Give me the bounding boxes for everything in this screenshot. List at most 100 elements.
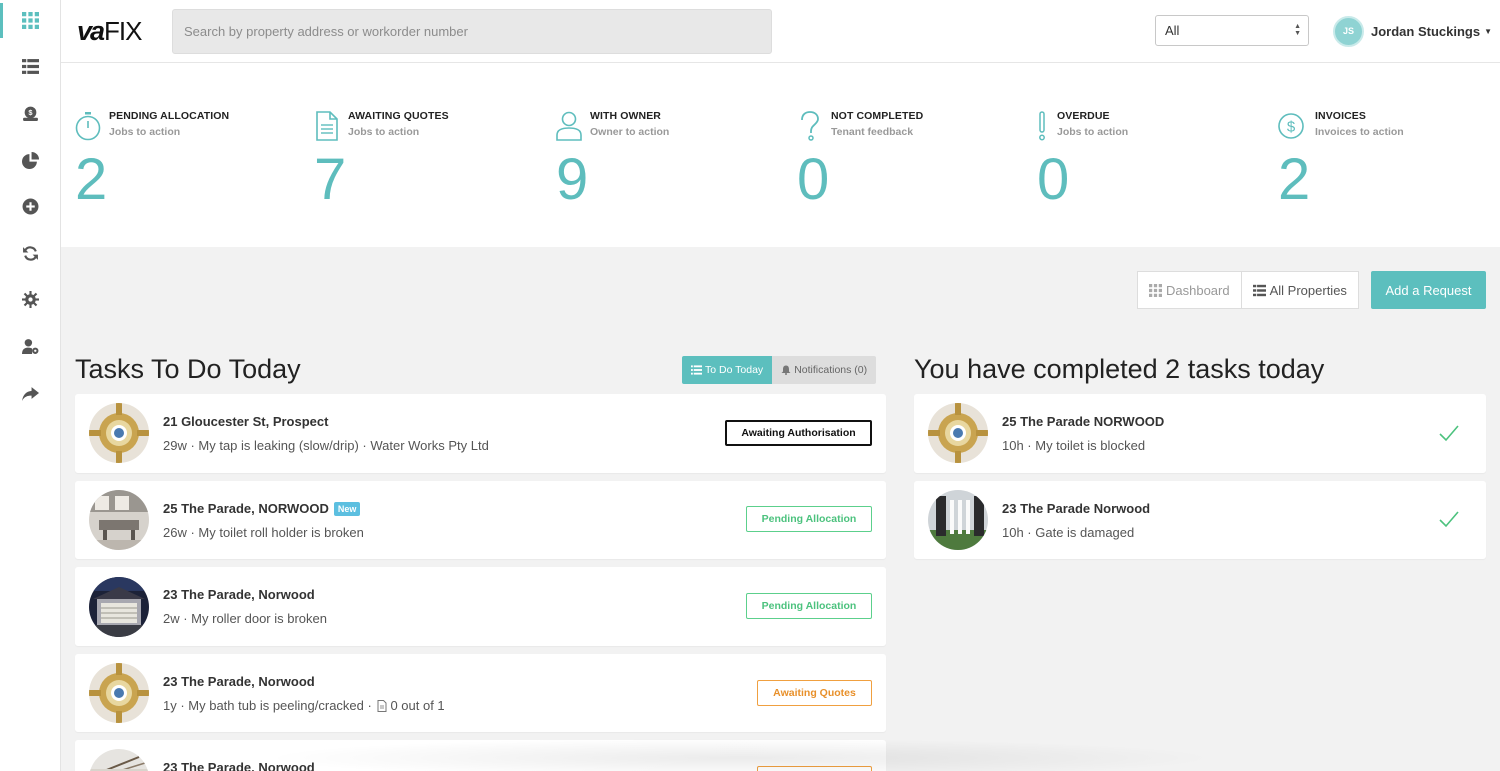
- dollar-icon: $: [1278, 113, 1304, 139]
- grid-icon: [1149, 283, 1162, 297]
- search-input[interactable]: [184, 24, 771, 39]
- share-icon: [21, 386, 39, 401]
- search-box: [172, 9, 772, 54]
- tasks-title: Tasks To Do Today: [75, 354, 301, 384]
- completed-card[interactable]: 23 The Parade Norwood 10h · Gate is dama…: [914, 481, 1486, 559]
- tab-notifications-label: Notifications (0): [794, 364, 868, 376]
- sidebar-item-reports[interactable]: [0, 137, 60, 184]
- task-detail: 1y · My bath tub is peeling/cracked ·: [163, 698, 376, 713]
- task-detail-row: 1y · My bath tub is peeling/cracked · 0 …: [163, 698, 445, 713]
- gear-icon: [21, 291, 39, 309]
- property-thumbnail: [89, 749, 149, 771]
- sidebar-item-finance[interactable]: $: [0, 90, 60, 137]
- stat-value: 0: [797, 147, 830, 212]
- list-icon: [691, 365, 702, 375]
- sidebar-item-list[interactable]: [0, 44, 60, 91]
- task-detail: 29w · My tap is leaking (slow/drip) · Wa…: [163, 438, 489, 453]
- checkmark-icon: [1439, 425, 1459, 442]
- status-badge[interactable]: Awaiting Authorisation: [725, 420, 872, 446]
- document-icon: [316, 111, 338, 141]
- sidebar-item-add[interactable]: [0, 183, 60, 230]
- stat-value: 7: [314, 147, 347, 212]
- new-badge: New: [333, 501, 361, 516]
- completed-address: 25 The Parade NORWOOD: [1002, 414, 1165, 429]
- stat-title: OVERDUE: [1057, 110, 1110, 122]
- user-settings-icon: [21, 339, 38, 354]
- all-properties-button[interactable]: All Properties: [1241, 271, 1359, 309]
- stat-subtitle: Owner to action: [590, 126, 670, 138]
- task-detail: 2w · My roller door is broken: [163, 611, 327, 626]
- stat-title: NOT COMPLETED: [831, 110, 924, 122]
- stat-title: AWAITING QUOTES: [348, 110, 449, 122]
- filter-select-value: All: [1165, 23, 1180, 38]
- stat-pending-allocation[interactable]: PENDING ALLOCATION Jobs to action 2: [75, 109, 295, 219]
- property-thumbnail: [89, 403, 149, 463]
- tasks-tabs: To Do Today Notifications (0): [682, 356, 877, 384]
- status-badge[interactable]: Pending Allocation: [746, 593, 872, 619]
- app-logo[interactable]: va FIX: [77, 15, 143, 46]
- status-badge[interactable]: Awaiting Quotes: [757, 680, 872, 706]
- all-properties-button-label: All Properties: [1269, 282, 1347, 298]
- stat-subtitle: Tenant feedback: [831, 126, 914, 138]
- task-card[interactable]: 23 The Parade, Norwood 1y · My bath tub …: [75, 654, 886, 732]
- dashboard-button-label: Dashboard: [1166, 282, 1230, 298]
- money-bag-icon: $: [22, 106, 38, 121]
- tab-notifications[interactable]: Notifications (0): [772, 356, 877, 384]
- task-card[interactable]: 23 The Parade, Norwood 2w · My roller do…: [75, 567, 886, 646]
- sidebar-item-share[interactable]: [0, 370, 60, 417]
- stat-subtitle: Jobs to action: [1057, 126, 1129, 138]
- logo-va: va: [77, 15, 105, 46]
- avatar: JS: [1333, 15, 1364, 47]
- sidebar-item-refresh[interactable]: [0, 230, 60, 277]
- stopwatch-icon: [75, 112, 101, 141]
- user-name: Jordan Stuckings: [1371, 23, 1481, 39]
- top-header: vaFIX All ▲▼ JS Jordan Stuckings ▼: [61, 0, 1500, 63]
- question-icon: [801, 111, 819, 141]
- stat-value: 9: [556, 147, 589, 212]
- task-address: 25 The Parade, NORWOOD: [163, 501, 329, 516]
- filter-select[interactable]: All ▲ ▼: [1155, 15, 1309, 46]
- stat-title: INVOICES: [1315, 110, 1366, 122]
- user-menu[interactable]: JS Jordan Stuckings ▼: [1333, 15, 1492, 47]
- logo-fix: FIX: [104, 15, 142, 46]
- tab-to-do-today[interactable]: To Do Today: [682, 356, 773, 384]
- completed-address: 23 The Parade Norwood: [1002, 501, 1151, 516]
- task-address: 23 The Parade, Norwood: [163, 587, 315, 602]
- grid-icon: [21, 11, 39, 29]
- document-icon: [377, 699, 387, 712]
- task-card[interactable]: 25 The Parade, NORWOOD New 26w · My toil…: [75, 481, 886, 559]
- stat-subtitle: Jobs to action: [109, 126, 181, 138]
- sidebar-item-settings[interactable]: [0, 277, 60, 324]
- add-circle-icon: [22, 198, 38, 215]
- list-icon: [21, 59, 39, 75]
- property-thumbnail: [89, 490, 149, 550]
- caret-down-icon: ▼: [1484, 26, 1492, 36]
- sidebar: $: [0, 0, 61, 771]
- select-arrows-icon: ▲ ▼: [1294, 23, 1301, 37]
- task-address-row: 25 The Parade, NORWOOD New: [163, 501, 361, 516]
- dashboard-button[interactable]: Dashboard: [1137, 271, 1242, 309]
- add-request-button[interactable]: Add a Request: [1371, 271, 1486, 309]
- scroll-shadow: [261, 738, 1221, 771]
- property-thumbnail: [928, 490, 988, 550]
- status-badge[interactable]: Pending Allocation: [746, 506, 872, 532]
- person-icon: [556, 111, 582, 141]
- stat-invoices[interactable]: $ INVOICES Invoices to action 2: [1278, 109, 1498, 219]
- task-card[interactable]: 21 Gloucester St, Prospect 29w · My tap …: [75, 394, 886, 473]
- svg-text:$: $: [1287, 119, 1296, 136]
- stat-with-owner[interactable]: WITH OWNER Owner to action 9: [556, 109, 776, 219]
- checkmark-icon: [1439, 511, 1459, 528]
- property-thumbnail: [928, 403, 988, 463]
- stat-overdue[interactable]: OVERDUE Jobs to action 0: [1037, 109, 1257, 219]
- refresh-icon: [22, 246, 38, 261]
- completed-card[interactable]: 25 The Parade NORWOOD 10h · My toilet is…: [914, 394, 1486, 473]
- sidebar-item-dashboard[interactable]: [0, 0, 60, 44]
- view-switcher: Dashboard All Properties: [1137, 271, 1359, 309]
- stat-not-completed[interactable]: NOT COMPLETED Tenant feedback 0: [797, 109, 1017, 219]
- sidebar-item-users[interactable]: [0, 323, 60, 370]
- tab-to-do-today-label: To Do Today: [705, 364, 764, 376]
- stat-awaiting-quotes[interactable]: AWAITING QUOTES Jobs to action 7: [314, 109, 534, 219]
- property-thumbnail: [89, 663, 149, 723]
- list-icon: [1252, 284, 1266, 296]
- pie-chart-icon: [21, 151, 39, 169]
